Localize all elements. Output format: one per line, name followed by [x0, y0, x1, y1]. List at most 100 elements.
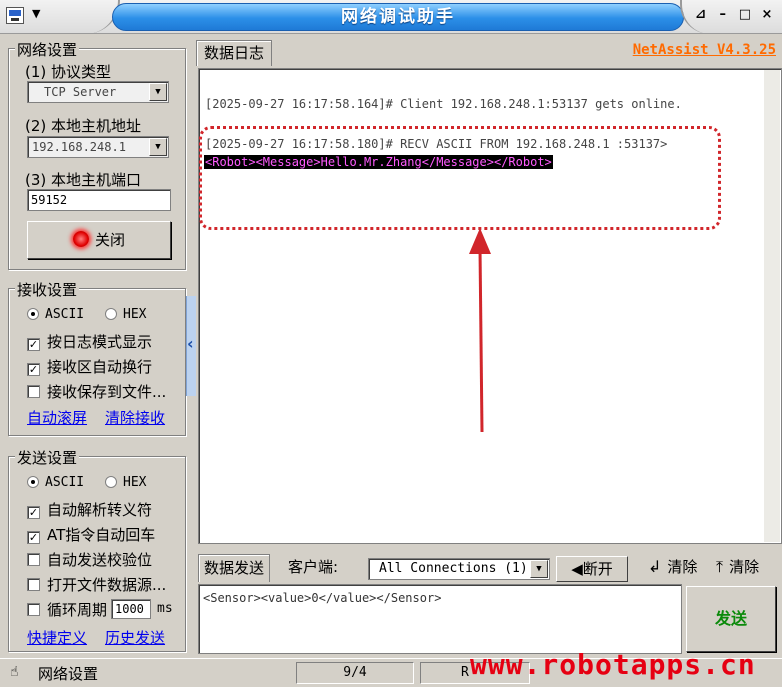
arrow-left-icon: ◀	[571, 560, 583, 578]
log-line-online: [2025-09-27 16:17:58.164]# Client 192.16…	[205, 97, 682, 111]
status-counter: 9/4	[296, 662, 414, 684]
shortcut-link[interactable]: 快捷定义	[27, 627, 87, 648]
window-controls: ⊿ – □ ×	[692, 7, 776, 25]
file-source-checkbox[interactable]: 打开文件数据源...	[27, 574, 166, 595]
send-hex-radio[interactable]: HEX	[105, 475, 146, 490]
up-arrow-icon: ⤒	[716, 557, 724, 576]
receive-hex-radio[interactable]: HEX	[105, 307, 146, 322]
at-return-checkbox[interactable]: ✓ AT指令自动回车	[27, 524, 155, 545]
checkbox-empty-icon	[27, 578, 40, 591]
protocol-value: TCP Server	[44, 85, 117, 99]
loop-label: 循环周期	[47, 601, 108, 619]
file-source-label: 打开文件数据源...	[47, 576, 167, 594]
chevron-left-icon: ‹	[187, 334, 194, 353]
window-title: 网络调试助手	[112, 3, 684, 31]
checkmark-icon: ✓	[27, 338, 40, 351]
loop-period-input[interactable]: 1000	[111, 599, 151, 619]
auto-wrap-checkbox[interactable]: ✓ 接收区自动换行	[27, 356, 152, 377]
version-link[interactable]: NetAssist V4.3.25	[633, 42, 776, 58]
loop-checkbox[interactable]: 循环周期	[27, 599, 107, 620]
receive-settings-title: 接收设置	[15, 279, 80, 300]
clear-send-button[interactable]: ↲ 清除	[648, 556, 697, 577]
clear-count-button[interactable]: ⤒ 清除	[716, 556, 759, 577]
close-button[interactable]: ×	[758, 7, 776, 22]
save-to-file-label: 接收保存到文件...	[47, 383, 167, 401]
send-ascii-label: ASCII	[45, 475, 85, 490]
chevron-down-icon[interactable]: ▼	[149, 83, 167, 101]
disconnect-button[interactable]: ◀断开	[556, 556, 628, 582]
port-input[interactable]: 59152	[27, 189, 171, 211]
checksum-label: 自动发送校验位	[47, 551, 153, 569]
history-link[interactable]: 历史发送	[105, 627, 165, 648]
status-network-label: 网络设置	[38, 665, 99, 683]
panel-collapse-handle[interactable]: ‹	[186, 296, 196, 396]
receive-ascii-label: ASCII	[45, 307, 85, 322]
disconnect-label: 断开	[582, 560, 613, 578]
log-mode-checkbox[interactable]: ✓ 按日志模式显示	[27, 331, 152, 352]
clear-send-label: 清除	[667, 558, 698, 576]
send-ascii-radio[interactable]: ASCII	[27, 475, 84, 490]
clear-count-label: 清除	[729, 558, 760, 576]
network-settings-group: 网络设置 (1) 协议类型 TCP Server ▼ (2) 本地主机地址 19…	[8, 39, 186, 270]
tab-data-log[interactable]: 数据日志	[196, 40, 272, 66]
highlight-annotation	[199, 126, 721, 230]
minimize-button[interactable]: –	[714, 7, 732, 22]
escape-label: 自动解析转义符	[47, 501, 153, 519]
save-to-file-checkbox[interactable]: 接收保存到文件...	[27, 381, 166, 402]
protocol-label: (1) 协议类型	[25, 63, 112, 81]
client-label: 客户端:	[288, 558, 339, 576]
protocol-select[interactable]: TCP Server ▼	[27, 81, 169, 103]
host-select[interactable]: 192.168.248.1 ▼	[27, 136, 169, 158]
tab-data-send[interactable]: 数据发送	[198, 554, 270, 582]
close-connection-button[interactable]: 关闭	[27, 221, 171, 259]
checkmark-icon: ✓	[27, 531, 40, 544]
send-settings-title: 发送设置	[15, 447, 80, 468]
title-bar: ▼ 网络调试助手 ⊿ – □ ×	[0, 0, 782, 34]
connections-select[interactable]: All Connections (1) ▼	[368, 558, 550, 580]
send-button[interactable]: 发送	[686, 586, 776, 652]
title-decoration-left	[60, 0, 120, 34]
pin-icon[interactable]: ⊿	[692, 7, 710, 22]
checkbox-empty-icon	[27, 385, 40, 398]
app-window: ▼ 网络调试助手 ⊿ – □ × 网络设置 (1) 协议类型 TCP Serve…	[0, 0, 782, 687]
host-label: (2) 本地主机地址	[25, 117, 142, 135]
settings-icon: ☝	[10, 664, 19, 680]
receive-settings-group: 接收设置 ASCII HEX ✓ 按日志模式显示 ✓ 接收区自动换行 接收保存到文件…	[8, 279, 186, 436]
escape-checkbox[interactable]: ✓ 自动解析转义符	[27, 499, 152, 520]
chevron-down-icon[interactable]: ▼	[530, 560, 548, 578]
return-arrow-icon: ↲	[648, 557, 662, 576]
connections-value: All Connections (1)	[379, 561, 528, 576]
at-return-label: AT指令自动回车	[47, 526, 156, 544]
send-settings-group: 发送设置 ASCII HEX ✓ 自动解析转义符 ✓ AT指令自动回车 自动发送校验…	[8, 447, 186, 652]
network-settings-title: 网络设置	[15, 39, 80, 60]
loop-unit: ms	[157, 601, 173, 616]
radio-icon	[105, 308, 117, 320]
host-value: 192.168.248.1	[32, 140, 126, 154]
radio-icon	[105, 476, 117, 488]
port-label: (3) 本地主机端口	[25, 171, 142, 189]
receive-hex-label: HEX	[123, 307, 147, 322]
app-icon	[6, 7, 24, 24]
receive-ascii-radio[interactable]: ASCII	[27, 307, 84, 322]
checksum-checkbox[interactable]: 自动发送校验位	[27, 549, 152, 570]
auto-scroll-link[interactable]: 自动滚屏	[27, 407, 87, 428]
maximize-button[interactable]: □	[736, 7, 754, 22]
chevron-down-icon: ▼	[32, 7, 41, 20]
log-mode-label: 按日志模式显示	[47, 333, 153, 351]
status-light-icon	[72, 231, 89, 247]
watermark: www.robotapps.cn	[470, 648, 756, 681]
arrow-annotation	[469, 228, 491, 433]
radio-selected-icon	[27, 308, 39, 320]
chevron-down-icon[interactable]: ▼	[149, 138, 167, 156]
checkbox-empty-icon	[27, 603, 40, 616]
send-hex-label: HEX	[123, 475, 147, 490]
system-menu[interactable]: ▼	[6, 6, 52, 26]
log-scrollbar[interactable]	[764, 70, 780, 542]
clear-receive-link[interactable]: 清除接收	[105, 407, 165, 428]
auto-wrap-label: 接收区自动换行	[47, 358, 153, 376]
send-input[interactable]: <Sensor><value>0</value></Sensor>	[198, 584, 682, 654]
checkbox-empty-icon	[27, 553, 40, 566]
checkmark-icon: ✓	[27, 363, 40, 376]
checkmark-icon: ✓	[27, 506, 40, 519]
close-connection-label: 关闭	[94, 231, 125, 249]
